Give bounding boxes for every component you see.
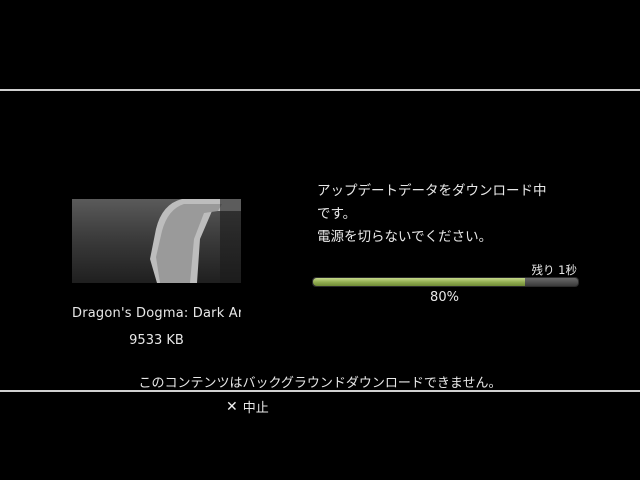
progress-bar (312, 277, 579, 287)
status-message: アップデートデータをダウンロード中 です。 電源を切らないでください。 (317, 180, 597, 249)
status-line-1: アップデートデータをダウンロード中 (317, 183, 547, 199)
progress-percent: 80% (430, 290, 459, 305)
cancel-button[interactable]: ✕ 中止 (226, 397, 269, 417)
status-line-2: です。 (317, 206, 357, 222)
bottom-divider (0, 390, 640, 392)
download-screen: Dragon's Dogma: Dark Arisen 9533 KB アップデ… (0, 0, 640, 480)
game-title: Dragon's Dogma: Dark Arisen (72, 306, 241, 321)
cross-icon: ✕ (226, 398, 238, 415)
game-thumbnail (72, 199, 241, 283)
status-line-3: 電源を切らないでください。 (317, 229, 493, 245)
download-size: 9533 KB (129, 333, 184, 348)
time-remaining: 残り 1秒 (531, 263, 577, 277)
progress-fill (313, 278, 525, 286)
cancel-label: 中止 (242, 401, 269, 416)
background-download-notice: このコンテンツはバックグラウンドダウンロードできません。 (138, 376, 502, 391)
top-divider (0, 89, 640, 91)
